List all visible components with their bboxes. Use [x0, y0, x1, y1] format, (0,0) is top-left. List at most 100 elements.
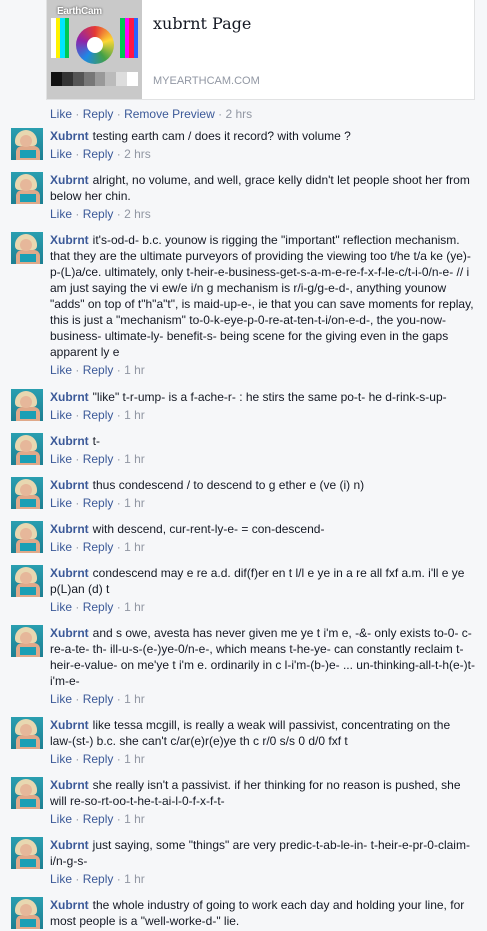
comment-action-bar: Like · Reply · 1 hr: [50, 872, 475, 887]
avatar[interactable]: [11, 565, 43, 597]
like-link[interactable]: Like: [50, 363, 72, 377]
color-bar: [116, 72, 128, 86]
avatar[interactable]: [11, 625, 43, 657]
separator-dot: ·: [116, 452, 121, 466]
comment-author[interactable]: Xubrnt: [50, 626, 89, 640]
avatar[interactable]: [11, 477, 43, 509]
reply-link[interactable]: Reply: [83, 408, 114, 422]
like-link[interactable]: Like: [50, 812, 72, 826]
avatar-face: [20, 784, 32, 796]
comment-author[interactable]: Xubrnt: [50, 129, 89, 143]
avatar-face: [20, 724, 32, 736]
link-preview-card[interactable]: EarthCam xubrnt Page MYEARTHCAM.COM: [46, 0, 475, 100]
comment-author[interactable]: Xubrnt: [50, 233, 89, 247]
timestamp[interactable]: 2 hrs: [124, 147, 151, 161]
timestamp[interactable]: 1 hr: [124, 452, 145, 466]
comment-author[interactable]: Xubrnt: [50, 718, 89, 732]
separator-dot: ·: [75, 692, 80, 706]
avatar[interactable]: [11, 172, 43, 204]
avatar[interactable]: [11, 389, 43, 421]
reply-link[interactable]: Reply: [83, 872, 114, 886]
like-link[interactable]: Like: [50, 408, 72, 422]
like-link[interactable]: Like: [50, 540, 72, 554]
separator-dot: ·: [116, 107, 121, 121]
preview-thumbnail[interactable]: EarthCam: [47, 0, 142, 99]
reply-link[interactable]: Reply: [83, 540, 114, 554]
timestamp[interactable]: 1 hr: [124, 408, 145, 422]
like-link[interactable]: Like: [50, 452, 72, 466]
reply-link[interactable]: Reply: [83, 496, 114, 510]
comment-action-bar: Like · Reply · 1 hr: [50, 363, 475, 378]
timestamp[interactable]: 1 hr: [124, 752, 145, 766]
comment-body: Xubrnt t- Like · Reply · 1 hr: [50, 433, 475, 467]
comment-author[interactable]: Xubrnt: [50, 838, 89, 852]
preview-title[interactable]: xubrnt Page: [153, 14, 251, 33]
comment-author[interactable]: Xubrnt: [50, 566, 89, 580]
color-bar: [72, 72, 84, 86]
avatar-top: [20, 919, 36, 927]
like-link[interactable]: Like: [50, 872, 72, 886]
comment-author[interactable]: Xubrnt: [50, 522, 89, 536]
reply-link[interactable]: Reply: [83, 452, 114, 466]
reply-link[interactable]: Reply: [83, 147, 114, 161]
timestamp[interactable]: 1 hr: [124, 872, 145, 886]
avatar[interactable]: [11, 232, 43, 264]
reply-link[interactable]: Reply: [83, 207, 114, 221]
avatar-face: [20, 440, 32, 452]
comment-action-bar: Like · Reply · 1 hr: [50, 496, 475, 511]
test-pattern-wheel: [76, 26, 114, 64]
avatar-top: [20, 254, 36, 262]
timestamp[interactable]: 1 hr: [124, 540, 145, 554]
comment-author[interactable]: Xubrnt: [50, 434, 89, 448]
comment-author[interactable]: Xubrnt: [50, 778, 89, 792]
comment-author[interactable]: Xubrnt: [50, 478, 89, 492]
like-link[interactable]: Like: [50, 692, 72, 706]
comment-text: alright, no volume, and well, grace kell…: [50, 173, 470, 203]
separator-dot: ·: [75, 600, 80, 614]
separator-dot: ·: [75, 408, 80, 422]
avatar[interactable]: [11, 777, 43, 809]
avatar-top: [20, 499, 36, 507]
reply-link[interactable]: Reply: [83, 600, 114, 614]
avatar[interactable]: [11, 521, 43, 553]
comment-body: Xubrnt the whole industry of going to wor…: [50, 897, 475, 929]
comment-text: with descend, cur-rent-ly-e- = con-desce…: [92, 522, 325, 536]
color-bar: [105, 72, 117, 86]
timestamp[interactable]: 1 hr: [124, 496, 145, 510]
reply-link[interactable]: Reply: [83, 812, 114, 826]
comment-body: Xubrnt condescend may e re a.d. dif(f)er …: [50, 565, 475, 615]
timestamp[interactable]: 1 hr: [124, 600, 145, 614]
avatar[interactable]: [11, 837, 43, 869]
avatar[interactable]: [11, 897, 43, 929]
comment-text: she really isn't a passivist. if her thi…: [50, 778, 461, 808]
timestamp[interactable]: 1 hr: [124, 812, 145, 826]
timestamp[interactable]: 2 hrs: [124, 207, 151, 221]
avatar[interactable]: [11, 128, 43, 160]
reply-link[interactable]: Reply: [83, 692, 114, 706]
comment-text: it's-od-d- b.c. younow is rigging the "i…: [50, 233, 474, 359]
avatar[interactable]: [11, 717, 43, 749]
like-link[interactable]: Like: [50, 107, 72, 121]
avatar-face: [20, 632, 32, 644]
comment-body: Xubrnt like tessa mcgill, is really a wea…: [50, 717, 475, 767]
reply-link[interactable]: Reply: [83, 363, 114, 377]
separator-dot: ·: [75, 147, 80, 161]
timestamp[interactable]: 1 hr: [124, 363, 145, 377]
avatar-top: [20, 455, 36, 463]
reply-link[interactable]: Reply: [83, 752, 114, 766]
like-link[interactable]: Like: [50, 600, 72, 614]
like-link[interactable]: Like: [50, 752, 72, 766]
reply-link[interactable]: Reply: [83, 107, 114, 121]
comment-author[interactable]: Xubrnt: [50, 898, 89, 912]
timestamp[interactable]: 1 hr: [124, 692, 145, 706]
comment-author[interactable]: Xubrnt: [50, 390, 89, 404]
comment-text: t-: [92, 434, 101, 448]
like-link[interactable]: Like: [50, 207, 72, 221]
comment-author[interactable]: Xubrnt: [50, 173, 89, 187]
like-link[interactable]: Like: [50, 147, 72, 161]
timestamp[interactable]: 2 hrs: [225, 107, 252, 121]
avatar-face: [20, 844, 32, 856]
like-link[interactable]: Like: [50, 496, 72, 510]
remove-preview-link[interactable]: Remove Preview: [124, 107, 215, 121]
avatar[interactable]: [11, 433, 43, 465]
